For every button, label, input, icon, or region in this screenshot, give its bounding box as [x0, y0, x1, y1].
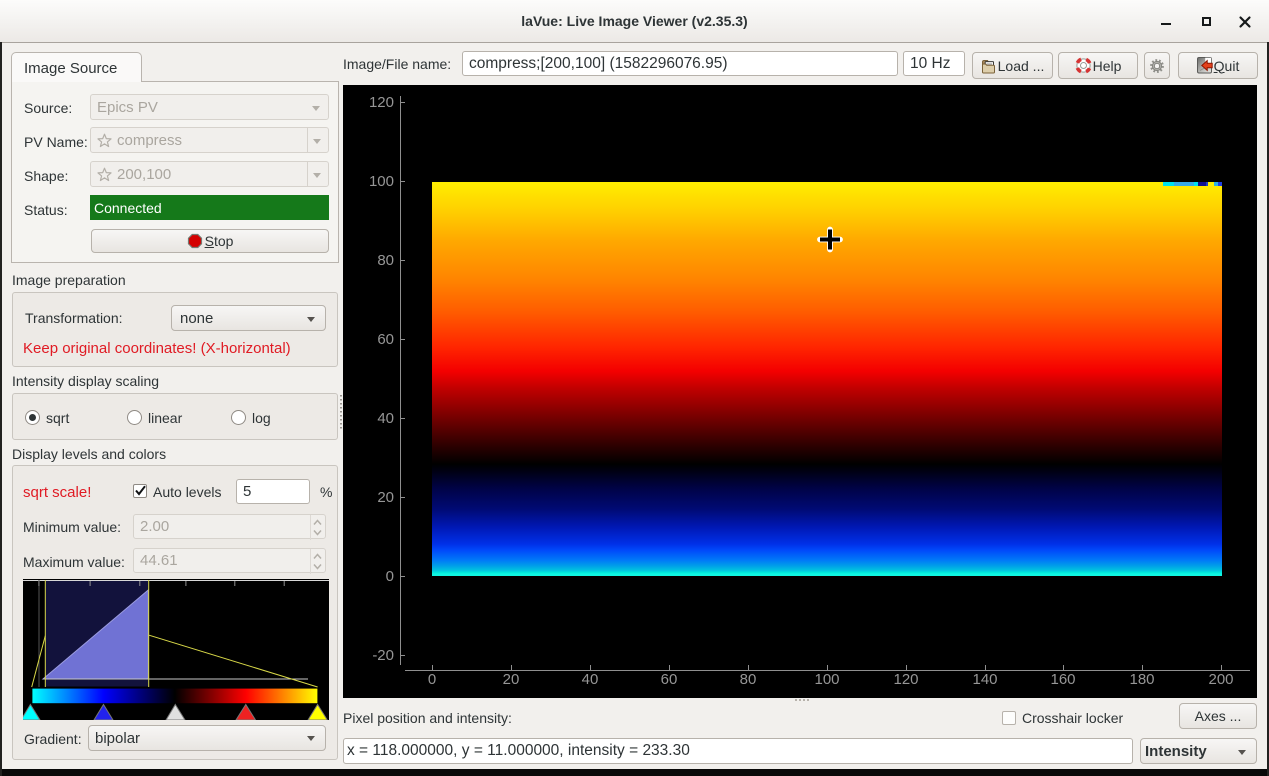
svg-text:80: 80	[740, 671, 757, 688]
svg-text:120: 120	[369, 94, 394, 111]
svg-text:40: 40	[377, 410, 394, 427]
svg-text:200: 200	[1208, 671, 1233, 688]
svg-text:180: 180	[1129, 671, 1154, 688]
svg-text:120: 120	[893, 671, 918, 688]
svg-text:40: 40	[582, 671, 599, 688]
svg-text:60: 60	[661, 671, 678, 688]
svg-text:0: 0	[386, 568, 394, 585]
svg-text:100: 100	[369, 173, 394, 190]
svg-text:60: 60	[377, 331, 394, 348]
svg-text:160: 160	[1050, 671, 1075, 688]
svg-text:20: 20	[503, 671, 520, 688]
svg-text:100: 100	[814, 671, 839, 688]
svg-text:80: 80	[377, 252, 394, 269]
svg-text:20: 20	[377, 489, 394, 506]
svg-text:140: 140	[972, 671, 997, 688]
svg-text:-20: -20	[372, 647, 394, 664]
svg-text:0: 0	[428, 671, 436, 688]
